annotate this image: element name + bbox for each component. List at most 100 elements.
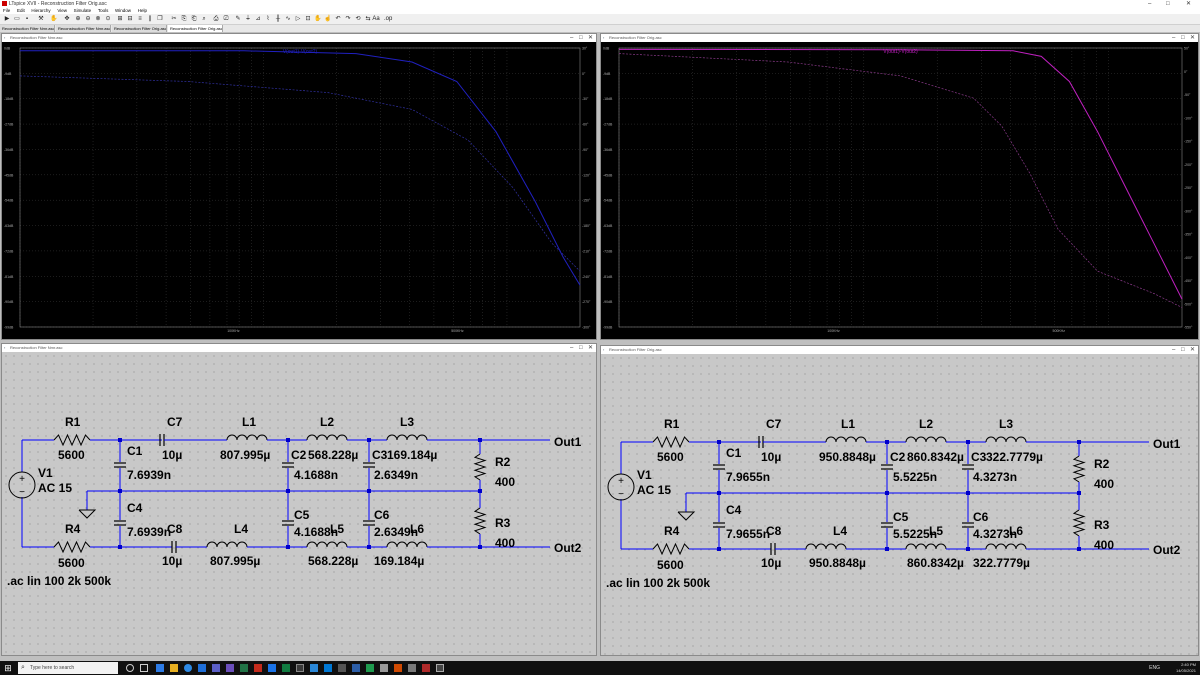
teams-icon[interactable]	[212, 664, 220, 672]
print-preview-icon[interactable]: ⎚	[222, 15, 230, 23]
zoom-in-icon[interactable]: ⊕	[74, 15, 82, 23]
remote-desktop-icon[interactable]	[324, 664, 332, 672]
tile-horizontal-icon[interactable]: ≡	[136, 15, 144, 23]
waveform-plot-nmr[interactable]: 0dB -9dB -18dB -27dB -36dB -45dB -54dB -63dB -72…	[2, 42, 596, 339]
diode-icon[interactable]: ▷	[294, 15, 302, 23]
redo-icon[interactable]: ↷	[344, 15, 352, 23]
word-icon[interactable]	[198, 664, 206, 672]
move-icon[interactable]: ✋	[314, 15, 322, 23]
resistor-icon[interactable]: ⌇	[264, 15, 272, 23]
app-icon-gray[interactable]	[296, 664, 304, 672]
app-icon-blue[interactable]	[310, 664, 318, 672]
label-net-icon[interactable]: ⊿	[254, 15, 262, 23]
R4-resistor[interactable]	[652, 542, 690, 556]
app-icon-green[interactable]	[282, 664, 290, 672]
pdf-reader-icon[interactable]	[254, 664, 262, 672]
app-icon-orange[interactable]	[394, 664, 402, 672]
R3-resistor[interactable]	[1072, 509, 1086, 537]
R4-resistor[interactable]	[53, 540, 91, 554]
rotate-icon[interactable]: ⟲	[354, 15, 362, 23]
schematic-canvas-nmr[interactable]: + − R1 5600 V1 AC 15 R4 5600 C7 10µ C8 10µ C1 7.6939n…	[2, 352, 596, 655]
app-icon-navy[interactable]	[352, 664, 360, 672]
L3-inductor[interactable]	[386, 434, 428, 441]
zoom-out-icon[interactable]: ⊖	[84, 15, 92, 23]
language-indicator[interactable]: ENG	[1120, 663, 1160, 673]
run-icon[interactable]: ▶	[3, 15, 11, 23]
control-panel-icon[interactable]: ⚒	[37, 15, 45, 23]
maximize-button[interactable]: □	[1166, 0, 1170, 8]
minimize-button[interactable]: –	[1148, 0, 1151, 8]
cut-icon[interactable]: ✂	[170, 15, 178, 23]
paste-icon[interactable]: ⎗	[190, 15, 198, 23]
pane-close-button[interactable]: ✕	[1190, 34, 1195, 42]
tab-nmr-plot[interactable]: Reconstruction Filter Nmr.asc	[0, 25, 55, 32]
app-icon-window[interactable]	[436, 664, 444, 672]
L3-inductor[interactable]	[985, 436, 1027, 443]
pane-minimize-button[interactable]: –	[570, 344, 573, 352]
open-icon[interactable]: ▭	[13, 15, 21, 23]
L1-inductor[interactable]	[825, 436, 867, 443]
L2-inductor[interactable]	[905, 436, 947, 443]
zoom-fit-icon[interactable]: ⊙	[104, 15, 112, 23]
text-icon[interactable]: Aa	[372, 15, 380, 23]
windows-start-icon[interactable]: ⊞	[3, 663, 13, 673]
schematic-nmr[interactable]: +−R15600V1AC 15R45600C710µC810µC17.6939n…	[2, 352, 596, 655]
back-arrow-icon[interactable]: ‹	[4, 34, 5, 42]
tile-vertical-icon[interactable]: ∥	[146, 15, 154, 23]
ltspice-taskbar-icon[interactable]	[422, 664, 430, 672]
print-icon[interactable]: ⎙	[212, 15, 220, 23]
bode-plot-nmr[interactable]: 0dB -9dB -18dB -27dB -36dB -45dB -54dB -63dB -72…	[2, 42, 596, 339]
drag-icon[interactable]: ☝	[324, 15, 332, 23]
pane-maximize-button[interactable]: □	[1181, 34, 1185, 42]
app-icon-light[interactable]	[380, 664, 388, 672]
schematic-canvas-orig[interactable]: + − R1 5600 V1 AC 15 R4 5600 C7 10µ C8 10µ C1 7.9655n…	[601, 354, 1198, 655]
bode-plot-orig[interactable]: 0dB -9dB -18dB -27dB -36dB -45dB -54dB -63dB -72…	[601, 42, 1198, 339]
zoom-area-icon[interactable]: ⊗	[94, 15, 102, 23]
pane-maximize-button[interactable]: □	[1181, 346, 1185, 354]
app-icon-grey2[interactable]	[408, 664, 416, 672]
back-arrow-icon[interactable]: ‹	[603, 346, 604, 354]
inductor-icon[interactable]: ∿	[284, 15, 292, 23]
L4-inductor[interactable]	[805, 543, 847, 550]
tab-orig-schematic[interactable]: Reconstruction Filter Orig.asc	[168, 25, 223, 32]
pan-icon[interactable]: ✥	[63, 15, 71, 23]
L4-inductor[interactable]	[206, 541, 248, 548]
ground-icon[interactable]: ⏚	[244, 15, 252, 23]
autorange-icon[interactable]: ⊞	[116, 15, 124, 23]
taskbar-search-input[interactable]: ⌕ Type here to search	[18, 662, 118, 674]
cascade-icon[interactable]: ❐	[156, 15, 164, 23]
pane-maximize-button[interactable]: □	[579, 34, 583, 42]
capacitor-icon[interactable]: ╫	[274, 15, 282, 23]
task-view-icon[interactable]	[140, 664, 148, 672]
excel-icon[interactable]	[240, 664, 248, 672]
L6-inductor[interactable]	[386, 541, 428, 548]
save-icon[interactable]: ▪	[23, 15, 31, 23]
copy-icon[interactable]: ⎘	[180, 15, 188, 23]
halt-icon[interactable]: ✋	[50, 15, 58, 23]
R1-resistor[interactable]	[652, 435, 690, 449]
waveform-plot-orig[interactable]: 0dB -9dB -18dB -27dB -36dB -45dB -54dB -63dB -72…	[601, 42, 1198, 339]
L6-inductor[interactable]	[985, 543, 1027, 550]
R3-resistor[interactable]	[473, 507, 487, 535]
pane-minimize-button[interactable]: –	[1172, 346, 1175, 354]
tab-nmr-schematic[interactable]: Reconstruction Filter Nmr.asc	[56, 25, 111, 32]
app-icon-dark[interactable]	[338, 664, 346, 672]
tab-orig-plot[interactable]: Reconstruction Filter Orig.asc	[112, 25, 167, 32]
app-icon-teal[interactable]	[366, 664, 374, 672]
file-explorer-icon[interactable]	[170, 664, 178, 672]
spice-directive-icon[interactable]: .op	[384, 15, 392, 23]
edge-icon[interactable]	[156, 664, 164, 672]
grid-icon[interactable]: ⊟	[126, 15, 134, 23]
L5-inductor[interactable]	[905, 543, 947, 550]
component-icon[interactable]: ⊡	[304, 15, 312, 23]
back-arrow-icon[interactable]: ‹	[4, 344, 5, 352]
find-icon[interactable]: ⌕	[200, 15, 208, 23]
L2-inductor[interactable]	[306, 434, 348, 441]
close-button[interactable]: ✕	[1186, 0, 1191, 8]
L1-inductor[interactable]	[226, 434, 268, 441]
onenote-icon[interactable]	[226, 664, 234, 672]
pane-minimize-button[interactable]: –	[570, 34, 573, 42]
R1-resistor[interactable]	[53, 433, 91, 447]
schematic-orig[interactable]: +−R15600V1AC 15R45600C710µC810µC17.9655n…	[601, 354, 1198, 655]
pane-minimize-button[interactable]: –	[1172, 34, 1175, 42]
